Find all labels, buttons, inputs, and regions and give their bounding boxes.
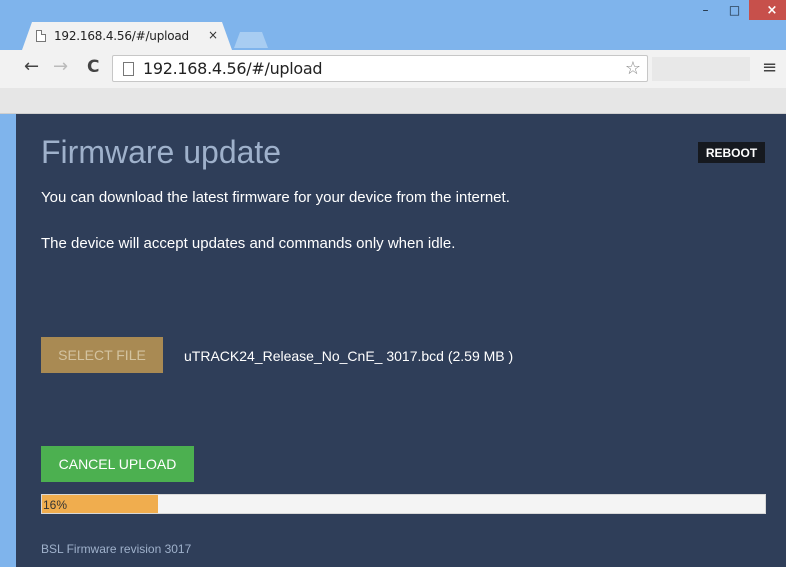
maximize-icon[interactable]: □	[720, 0, 749, 20]
cancel-upload-button[interactable]: CANCEL UPLOAD	[41, 446, 194, 482]
extension-area	[652, 57, 750, 81]
firmware-revision: BSL Firmware revision 3017	[41, 542, 192, 556]
page-icon	[36, 30, 46, 42]
address-bar[interactable]: 192.168.4.56/#/upload ☆	[112, 55, 648, 82]
browser-toolbar: ← → C 192.168.4.56/#/upload ☆ ≡	[0, 50, 786, 88]
reboot-button[interactable]: REBOOT	[698, 142, 765, 163]
select-file-button[interactable]: SELECT FILE	[41, 337, 163, 373]
bookmarks-bar	[0, 88, 786, 114]
tab-title: 192.168.4.56/#/upload	[54, 29, 189, 43]
upload-progress-label: 16%	[43, 498, 68, 512]
window-controls: – □ ×	[691, 0, 786, 20]
menu-icon[interactable]: ≡	[762, 57, 777, 78]
url-text[interactable]: 192.168.4.56/#/upload	[143, 59, 323, 78]
back-icon[interactable]: ←	[24, 58, 39, 76]
intro-text: You can download the latest firmware for…	[41, 189, 510, 206]
bookmark-star-icon[interactable]: ☆	[625, 58, 641, 79]
tab-close-icon[interactable]: ×	[208, 28, 218, 42]
idle-notice: The device will accept updates and comma…	[41, 235, 456, 252]
close-window-icon[interactable]: ×	[749, 0, 786, 20]
minimize-icon[interactable]: –	[691, 0, 720, 20]
reload-icon[interactable]: C	[87, 58, 99, 76]
page-title: Firmware update	[41, 134, 282, 170]
page-icon	[123, 62, 134, 76]
upload-progress-bar: 16%	[41, 494, 766, 514]
browser-tab[interactable]: 192.168.4.56/#/upload ×	[22, 22, 232, 50]
new-tab-button[interactable]	[234, 32, 268, 48]
forward-icon[interactable]: →	[53, 58, 68, 76]
firmware-update-page: Firmware update REBOOT You can download …	[16, 114, 786, 567]
selected-file-name: uTRACK24_Release_No_CnE_ 3017.bcd (2.59 …	[184, 348, 514, 364]
window-edge	[0, 114, 16, 567]
